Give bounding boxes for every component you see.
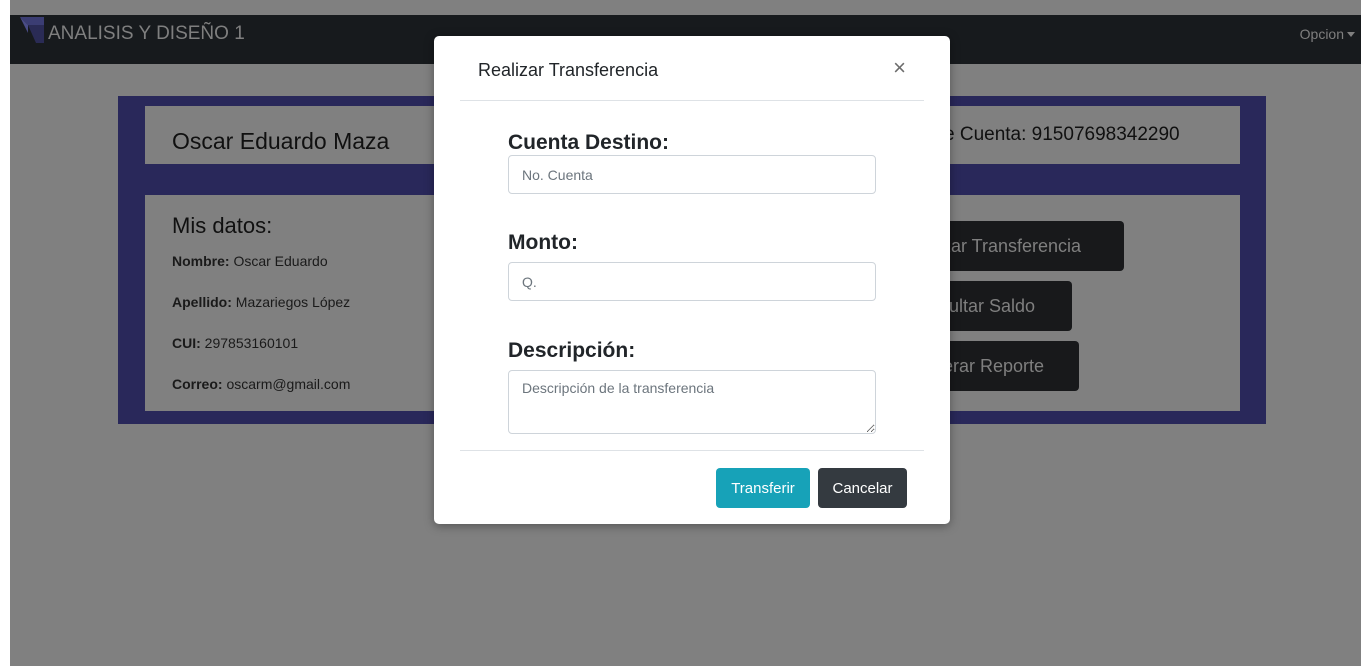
cuenta-destino-label: Cuenta Destino: (508, 131, 670, 154)
cancelar-button[interactable]: Cancelar (818, 468, 907, 508)
generar-reporte-button[interactable]: erar Reporte (930, 341, 1079, 391)
account-number: e Cuenta: 91507698342290 (944, 124, 1180, 145)
modal-header-divider (460, 100, 924, 101)
button-label: izar Transferencia (938, 235, 1082, 256)
brand-title[interactable]: ANALISIS Y DISEÑO 1 (48, 22, 245, 46)
dato-value: oscarm@gmail.com (226, 376, 351, 392)
realizar-transferencia-button[interactable]: izar Transferencia (930, 221, 1124, 271)
modal-title: Realizar Transferencia (478, 60, 659, 80)
monto-input[interactable] (508, 262, 876, 301)
brand-logo-icon[interactable] (14, 15, 46, 45)
caret-down-icon (1347, 32, 1355, 37)
button-label: erar Reporte (943, 355, 1045, 376)
cuenta-destino-input[interactable] (508, 155, 876, 194)
monto-label: Monto: (508, 231, 578, 254)
dato-label: Apellido: (172, 294, 232, 310)
transferir-button[interactable]: Transferir (716, 468, 810, 508)
dato-label: CUI: (172, 335, 201, 351)
dato-cui: CUI: 297853160101 (172, 335, 298, 351)
consultar-saldo-button[interactable]: sultar Saldo (930, 281, 1072, 331)
mis-datos-title: Mis datos: (172, 213, 273, 238)
dato-correo: Correo: oscarm@gmail.com (172, 376, 350, 392)
modal-footer-divider (460, 450, 924, 451)
descripcion-textarea[interactable] (508, 370, 876, 434)
left-edge (0, 0, 10, 666)
transfer-modal: Realizar Transferencia × Cuenta Destino:… (434, 36, 950, 524)
dato-label: Correo: (172, 376, 223, 392)
descripcion-label: Descripción: (508, 339, 636, 362)
dato-value: 297853160101 (204, 335, 299, 351)
options-label: Opcion (1299, 26, 1344, 42)
close-icon[interactable]: × (893, 56, 906, 80)
dato-label: Nombre: (172, 253, 230, 269)
dato-apellido: Apellido: Mazariegos López (172, 294, 350, 310)
dato-nombre: Nombre: Oscar Eduardo (172, 253, 328, 269)
button-label: sultar Saldo (940, 295, 1036, 316)
profile-name: Oscar Eduardo Maza (172, 128, 390, 154)
dato-value: Oscar Eduardo (233, 253, 328, 269)
options-dropdown[interactable]: Opcion (1300, 26, 1355, 42)
dato-value: Mazariegos López (235, 294, 351, 310)
